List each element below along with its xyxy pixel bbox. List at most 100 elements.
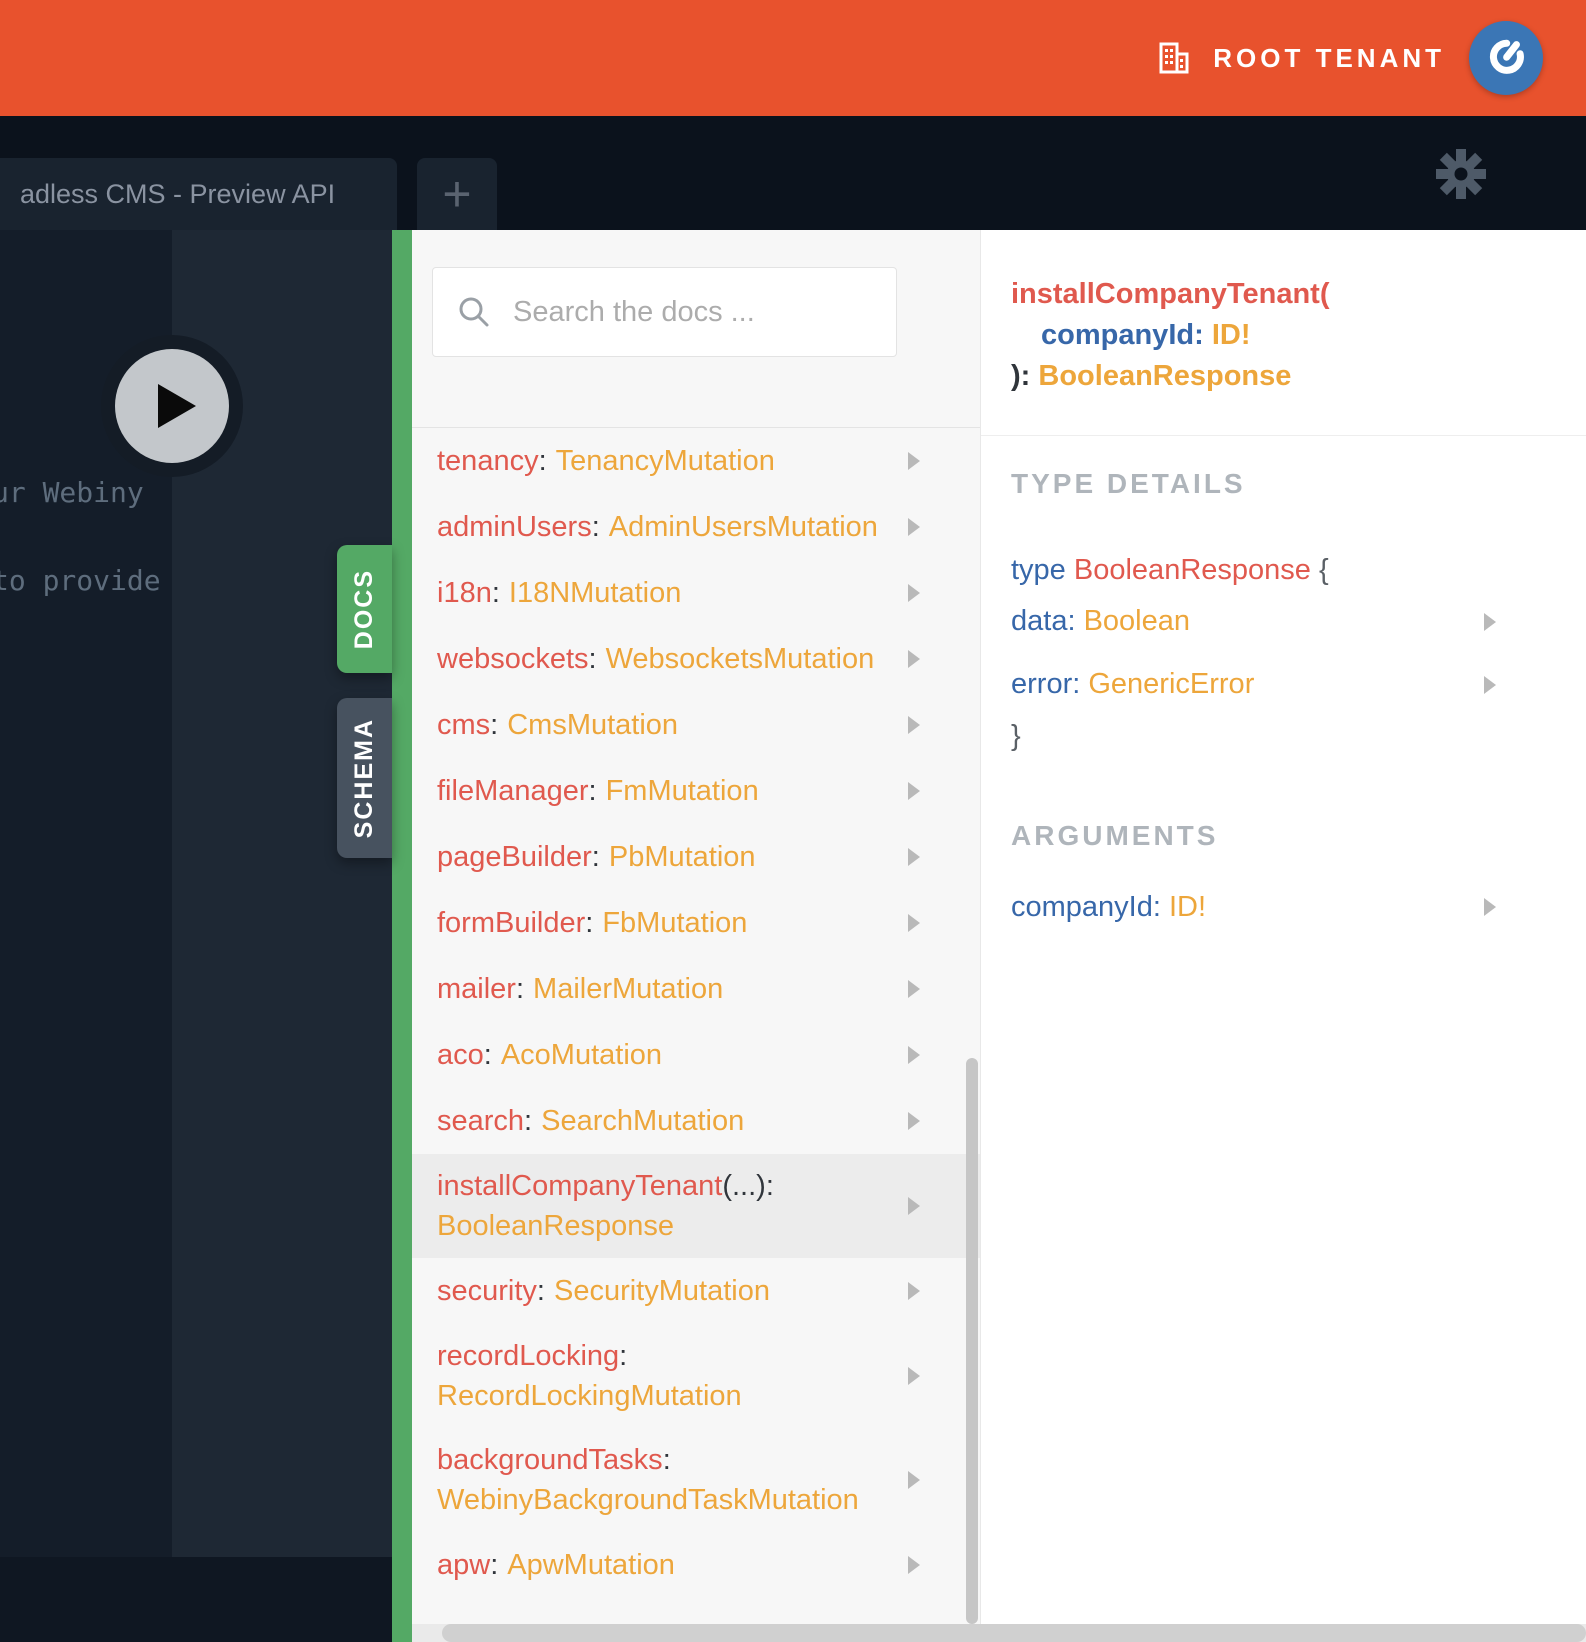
docs-explorer-panel: tenancy:TenancyMutation adminUsers:Admin…	[412, 230, 980, 1642]
docs-item-aco[interactable]: aco: AcoMutation	[412, 1022, 980, 1088]
variables-pane	[0, 1557, 392, 1642]
plus-icon: +	[442, 166, 472, 222]
signature-closing: ):	[1011, 360, 1031, 392]
expand-arrow-icon	[908, 584, 920, 602]
field-name: tenancy	[437, 445, 539, 477]
field-name: security	[437, 1275, 537, 1307]
argument-companyId[interactable]: companyId: ID!	[981, 872, 1586, 942]
docs-item-security[interactable]: security: SecurityMutation	[412, 1258, 980, 1324]
tab-docs-label: DOCS	[350, 568, 378, 650]
docs-field-list: tenancy: TenancyMutation adminUsers: Admin…	[412, 427, 980, 1598]
expand-arrow-icon	[908, 1282, 920, 1300]
field-name: installCompanyTenant	[437, 1170, 723, 1202]
field-punctuation: :	[536, 1275, 545, 1307]
docs-item-mailer[interactable]: mailer: MailerMutation	[412, 956, 980, 1022]
expand-arrow-icon	[908, 1367, 920, 1385]
open-brace: {	[1318, 554, 1329, 586]
docs-item-tenancy[interactable]: tenancy: TenancyMutation	[412, 428, 980, 494]
execute-query-button[interactable]	[101, 335, 243, 477]
docs-item-i18n[interactable]: i18n: I18NMutation	[412, 560, 980, 626]
docs-vertical-scrollbar[interactable]	[966, 1058, 978, 1624]
tenant-name: ROOT TENANT	[1213, 42, 1445, 73]
close-brace: }	[1011, 720, 1021, 752]
signature-arg-type[interactable]: ID!	[1212, 319, 1251, 351]
expand-arrow-icon	[908, 980, 920, 998]
search-icon	[457, 295, 491, 329]
signature-return-type[interactable]: BooleanResponse	[1038, 360, 1291, 392]
type-details-heading: TYPE DETAILS	[1011, 468, 1246, 499]
expand-arrow-icon	[908, 452, 920, 470]
settings-button[interactable]	[1433, 146, 1489, 202]
expand-arrow-icon	[908, 1112, 920, 1130]
tab-schema-label: SCHEMA	[350, 717, 378, 839]
field-type: WebsocketsMutation	[605, 643, 875, 675]
docs-item-adminUsers[interactable]: adminUsers: AdminUsersMutation	[412, 494, 980, 560]
type-field-data[interactable]: data: Boolean	[981, 590, 1556, 653]
new-tab-button[interactable]: +	[417, 158, 497, 230]
field-name: search	[437, 1105, 525, 1137]
field-punctuation: :	[524, 1105, 533, 1137]
docs-item-backgroundTasks[interactable]: backgroundTasks: WebinyBackgroundTaskMuta…	[412, 1428, 980, 1532]
field-type: MailerMutation	[533, 973, 724, 1005]
building-icon	[1155, 40, 1191, 76]
field-name: aco	[437, 1039, 484, 1071]
type-field-error[interactable]: error: GenericError	[981, 653, 1556, 716]
tab-schema[interactable]: SCHEMA	[337, 698, 392, 858]
field-type: WebinyBackgroundTaskMutation	[437, 1484, 859, 1516]
expand-arrow-icon	[908, 1556, 920, 1574]
tab-docs[interactable]: DOCS	[337, 545, 392, 673]
editor-comment-line: ur Webiny	[0, 476, 144, 509]
session-tab-title: adless CMS - Preview API	[20, 178, 336, 209]
expand-arrow-icon	[908, 716, 920, 734]
docs-item-websockets[interactable]: websockets: WebsocketsMutation	[412, 626, 980, 692]
session-tab[interactable]: adless CMS - Preview API	[0, 158, 397, 230]
type-definition: type BooleanResponse { data: Boolean err…	[1011, 550, 1556, 756]
field-name: apw	[437, 1549, 491, 1581]
field-punctuation: :	[491, 577, 500, 609]
signature-field-name: installCompanyTenant(	[1011, 278, 1330, 310]
field-signature: installCompanyTenant( companyId: ID! ): …	[981, 230, 1586, 435]
field-name: websockets	[437, 643, 589, 675]
docs-item-installCompanyTenant[interactable]: installCompanyTenant(...): BooleanRespons…	[412, 1154, 980, 1258]
docs-item-search[interactable]: search: SearchMutation	[412, 1088, 980, 1154]
expand-arrow-icon	[908, 914, 920, 932]
tenant-selector[interactable]: ROOT TENANT	[1155, 40, 1445, 76]
field-name: i18n	[437, 577, 492, 609]
docs-item-formBuilder[interactable]: formBuilder: FbMutation	[412, 890, 980, 956]
user-avatar[interactable]	[1469, 21, 1543, 95]
field-name: fileManager	[437, 775, 589, 807]
type-field-type: Boolean	[1083, 605, 1190, 637]
field-punctuation: :	[591, 841, 600, 873]
field-type: PbMutation	[608, 841, 756, 873]
docs-item-cms[interactable]: cms: CmsMutation	[412, 692, 980, 758]
docs-search-input[interactable]	[513, 295, 890, 329]
expand-arrow-icon	[908, 1046, 920, 1064]
horizontal-scrollbar-track[interactable]	[412, 1624, 1586, 1642]
docs-item-apw[interactable]: apw: ApwMutation	[412, 1532, 980, 1598]
field-name: mailer	[437, 973, 516, 1005]
field-punctuation: :	[591, 511, 600, 543]
expand-arrow-icon	[908, 848, 920, 866]
type-name[interactable]: BooleanResponse	[1074, 554, 1311, 586]
expand-arrow-icon	[1484, 612, 1496, 631]
docs-item-fileManager[interactable]: fileManager: FmMutation	[412, 758, 980, 824]
field-punctuation: :	[662, 1444, 671, 1476]
editor-comment-line: to provide	[0, 564, 161, 597]
docs-search-box[interactable]	[432, 267, 897, 357]
field-name: adminUsers	[437, 511, 592, 543]
field-punctuation: :	[538, 445, 547, 477]
argument-name: companyId:	[1011, 890, 1161, 923]
expand-arrow-icon	[908, 1471, 920, 1489]
field-name: formBuilder	[437, 907, 586, 939]
expand-arrow-icon	[908, 1197, 920, 1215]
docs-item-recordLocking[interactable]: recordLocking: RecordLockingMutation	[412, 1324, 980, 1428]
field-type: RecordLockingMutation	[437, 1380, 742, 1412]
horizontal-scrollbar-thumb[interactable]	[442, 1624, 1586, 1642]
docs-item-pageBuilder[interactable]: pageBuilder: PbMutation	[412, 824, 980, 890]
arguments-list: companyId: ID!	[981, 872, 1586, 942]
docs-accent-strip	[392, 230, 412, 1642]
field-punctuation: :	[490, 709, 499, 741]
app-header: ROOT TENANT	[0, 0, 1586, 116]
field-type: AcoMutation	[500, 1039, 663, 1071]
signature-arg-name: companyId:	[1041, 319, 1204, 351]
